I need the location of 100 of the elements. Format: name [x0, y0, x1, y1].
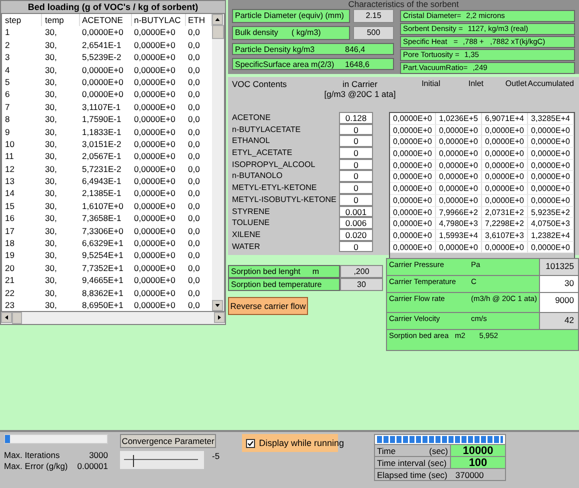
- table-cell-text: 1: [4, 26, 11, 39]
- table-cell-text: 3,1107E-1: [81, 100, 122, 114]
- table-cell: 0,0000E+0: [436, 160, 482, 172]
- column-header[interactable]: n-BUTYLAC: [132, 14, 186, 26]
- table-cell: 0,0000E+0: [528, 124, 574, 136]
- table-cell-text: 0,0000E+0: [133, 249, 176, 262]
- table-cell-text: 2: [4, 38, 11, 52]
- scroll-left-icon[interactable]: [1, 312, 12, 324]
- horizontal-scrollbar[interactable]: [1, 312, 225, 324]
- field-value: 0.00001: [77, 461, 108, 472]
- input-field[interactable]: 0: [339, 194, 373, 206]
- table-cell: 4,7980E+3: [436, 218, 482, 230]
- input-field[interactable]: 101325: [540, 259, 578, 275]
- table-cell-text: 2,6541E-1: [81, 38, 122, 52]
- input-field[interactable]: ,200: [340, 265, 383, 278]
- scroll-down-icon[interactable]: [212, 300, 223, 312]
- table-cell-text: 14: [4, 187, 16, 200]
- column-header[interactable]: step: [2, 14, 42, 26]
- table-cell: 0,0000E+0: [390, 148, 436, 160]
- table-cell-text: 0,0000E+0: [133, 113, 176, 126]
- table-cell-text: 0,0: [187, 175, 201, 188]
- table-cell-text: 0,0: [187, 224, 201, 238]
- convergence-slider[interactable]: [120, 451, 204, 469]
- table-cell: 0,0000E+0: [436, 171, 482, 184]
- input-field[interactable]: 0: [339, 240, 373, 252]
- unit-text: (sec): [429, 445, 448, 456]
- input-field[interactable]: 0: [339, 182, 373, 194]
- scrollbar-thumb[interactable]: [12, 312, 22, 324]
- table-cell-text: 10: [4, 138, 16, 150]
- input-field[interactable]: 30: [340, 278, 383, 291]
- input-field[interactable]: 0.128: [339, 112, 373, 124]
- input-field[interactable]: 30: [540, 276, 578, 292]
- input-field[interactable]: 0.020: [339, 228, 373, 241]
- table-cell: 0,0000E+0: [390, 171, 436, 184]
- table-cell-text: 0,0000E+0: [133, 138, 176, 150]
- column-header[interactable]: ACETONE: [80, 14, 132, 26]
- table-cell-text: 7: [4, 100, 11, 114]
- table-cell-text: 0,0: [187, 113, 201, 126]
- table-cell-text: 0,0: [187, 150, 201, 163]
- table-cell-text: 0,0: [187, 286, 201, 299]
- input-field[interactable]: 42: [540, 313, 578, 329]
- table-cell-text: 21: [4, 274, 16, 287]
- input-field[interactable]: 0: [339, 124, 373, 136]
- input-field[interactable]: 0: [339, 135, 373, 148]
- table-cell-text: 8: [4, 113, 11, 126]
- table-cell-text: 22: [4, 286, 16, 299]
- table-cell: 0,0000E+0: [528, 148, 574, 160]
- label-text: Sorption bed temperature: [231, 279, 322, 290]
- table-cell-text: 23: [4, 298, 16, 312]
- voc-name: XILENE: [232, 228, 262, 241]
- table-cell-text: 30,: [44, 200, 58, 212]
- voc-name: STYRENE: [232, 206, 271, 218]
- table-cell: 0,0000E+0: [390, 160, 436, 172]
- table-cell-text: 0,0: [187, 26, 201, 39]
- checkmark-icon: [247, 438, 254, 448]
- table-cell-text: 30,: [44, 224, 58, 238]
- table-cell: 3,6107E+3: [482, 230, 528, 242]
- field-label: Bulk density ( kg/m3): [232, 26, 350, 40]
- convergence-button[interactable]: Convergence Parameter: [120, 434, 216, 448]
- column-header[interactable]: temp: [42, 14, 80, 26]
- table-cell: 0,0000E+0: [436, 124, 482, 136]
- input-field[interactable]: 0: [339, 158, 373, 170]
- input-field[interactable]: 0: [339, 147, 373, 159]
- table-cell-text: 0,0000E+0: [81, 26, 124, 39]
- scroll-right-icon[interactable]: [214, 312, 225, 324]
- table-cell-text: 30,: [44, 298, 58, 312]
- table-cell-text: 0,0000E+0: [133, 76, 176, 88]
- vertical-scrollbar[interactable]: [212, 14, 224, 312]
- table-cell-text: 0,0: [187, 237, 201, 250]
- scrollbar-thumb[interactable]: [212, 25, 224, 39]
- table-cell: 0,0000E+0: [436, 136, 482, 148]
- input-field[interactable]: 0.006: [339, 217, 373, 229]
- table-cell-text: 0,0000E+0: [133, 262, 176, 274]
- scroll-up-icon[interactable]: [212, 14, 223, 25]
- input-field[interactable]: 500: [353, 26, 394, 40]
- input-field[interactable]: 0.001: [339, 206, 373, 218]
- table-cell-text: 1,7590E-1: [81, 113, 122, 126]
- table-cell-text: 30,: [44, 249, 58, 262]
- table-cell-text: 0,0000E+0: [133, 51, 176, 64]
- table-cell-text: 0,0: [187, 298, 201, 312]
- table-cell-text: 0,0000E+0: [133, 200, 176, 212]
- table-cell-text: 0,0: [187, 88, 201, 101]
- input-field[interactable]: 2.15: [353, 9, 394, 23]
- reverse-flow-button[interactable]: Reverse carrier flow: [228, 297, 308, 315]
- table-cell-text: 0,0: [187, 138, 201, 150]
- table-cell-text: 0,0000E+0: [133, 26, 176, 39]
- table-cell-text: 7,7352E+1: [81, 262, 124, 274]
- table-cell-text: 30,: [44, 51, 58, 64]
- table-cell-text: 1,6107E+0: [81, 200, 124, 212]
- checkbox[interactable]: [246, 438, 255, 448]
- table-cell-text: 2,1385E-1: [81, 187, 122, 200]
- table-cell-text: 30,: [44, 187, 58, 200]
- table-cell-text: 0,0000E+0: [133, 64, 176, 76]
- table-title: Bed loading (g of VOC's / kg of sorbent): [26, 1, 200, 13]
- input-field[interactable]: 0: [339, 170, 373, 182]
- table-cell-text: 15: [4, 200, 16, 212]
- table-cell-text: 0,0: [187, 162, 201, 176]
- table-cell-text: 30,: [44, 64, 58, 76]
- input-field[interactable]: 9000: [540, 293, 578, 312]
- table-cell: 0,0000E+0: [436, 148, 482, 160]
